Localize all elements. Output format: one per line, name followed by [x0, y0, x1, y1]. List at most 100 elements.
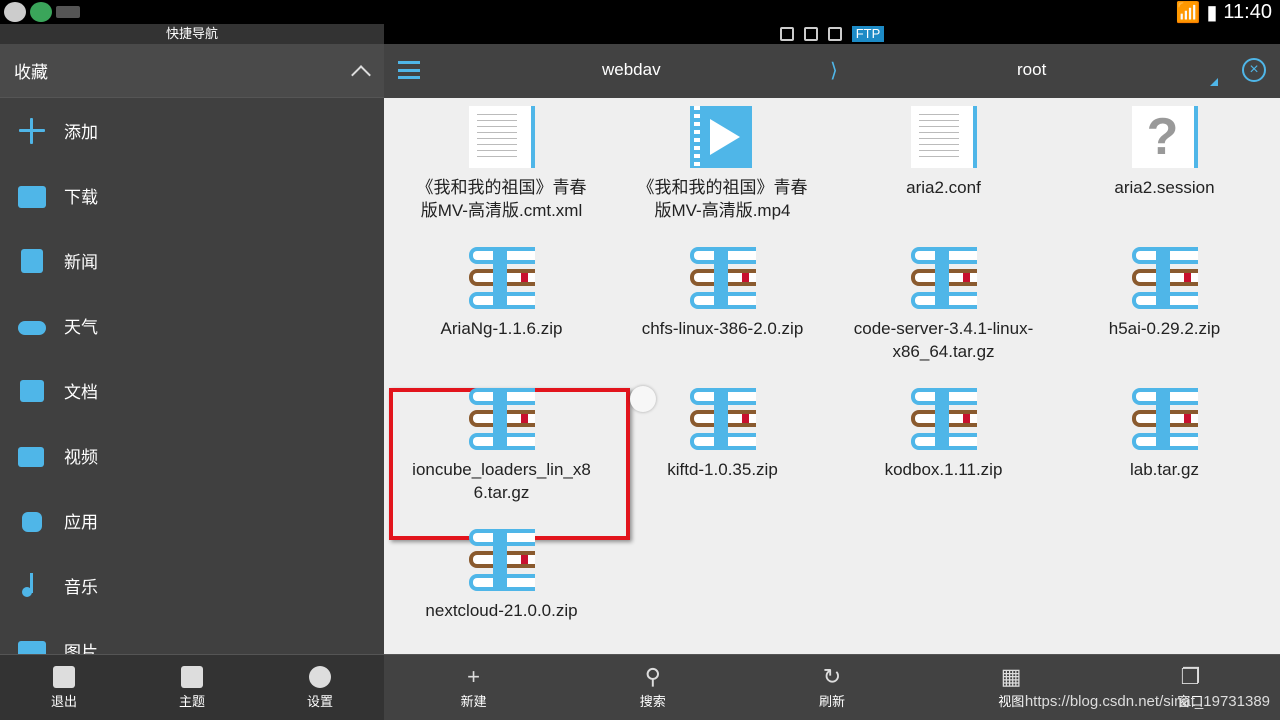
file-item[interactable]: kodbox.1.11.zip — [833, 384, 1054, 481]
video-icon — [18, 443, 46, 469]
file-item[interactable]: code-server-3.4.1-linux-x86_64.tar.gz — [833, 243, 1054, 363]
file-name: aria2.session — [1114, 178, 1215, 197]
weather-icon — [18, 313, 46, 339]
search-button[interactable]: ⚲ 搜索 — [563, 655, 742, 720]
exit-icon — [53, 665, 75, 688]
android-icon — [18, 508, 46, 534]
nav-item-add[interactable]: 添加 — [0, 98, 384, 163]
new-button[interactable]: + 新建 — [384, 655, 563, 720]
nav-item-video[interactable]: 视频 — [0, 423, 384, 488]
nav-item-apps[interactable]: 应用 — [0, 488, 384, 553]
clock: 11:40 — [1223, 0, 1272, 23]
theme-button[interactable]: 主题 — [128, 655, 256, 720]
plus-icon — [18, 117, 46, 144]
file-item[interactable]: nextcloud-21.0.0.zip — [391, 525, 612, 622]
dropdown-corner-icon[interactable] — [1210, 78, 1218, 86]
document-file-icon — [910, 106, 973, 168]
nav-item-label: 音乐 — [64, 578, 98, 597]
nav-item-label: 添加 — [64, 123, 98, 142]
nav-item-pictures[interactable]: 图片 — [0, 618, 384, 654]
window-strip: FTP — [384, 24, 1280, 44]
file-name: nextcloud-21.0.0.zip — [425, 601, 578, 620]
nav-item-documents[interactable]: 文档 — [0, 358, 384, 423]
file-name: kodbox.1.11.zip — [884, 460, 1003, 479]
archive-file-icon — [1131, 247, 1198, 309]
nav-item-label: 视频 — [64, 448, 98, 467]
exit-label: 退出 — [50, 693, 77, 709]
gear-icon — [309, 665, 331, 688]
plus-icon: + — [467, 663, 481, 689]
file-name: 《我和我的祖国》青春 版MV-高清版.cmt.xml — [416, 178, 587, 220]
settings-label: 设置 — [306, 693, 333, 709]
file-item[interactable]: 《我和我的祖国》青春 版MV-高清版.cmt.xml — [391, 102, 612, 222]
home-icon[interactable] — [779, 27, 794, 41]
wifi-icon: 📶 — [1175, 1, 1201, 24]
nav-item-label: 下载 — [64, 188, 98, 207]
bottom-toolbar: + 新建 ⚲ 搜索 ↻ 刷新 ▦ 视图 ❐ 窗口 https://blog.cs… — [384, 654, 1280, 720]
breadcrumb-webdav[interactable]: webdav — [602, 60, 661, 80]
keyboard-icon — [56, 6, 80, 18]
windows-button[interactable]: ❐ 窗口 — [1101, 655, 1280, 720]
quick-nav-panel: 快捷导航 收藏 添加 下载 新闻 天气 文档 视频 应用 音乐 图片 退出 主题… — [0, 24, 384, 720]
refresh-button[interactable]: ↻ 刷新 — [742, 655, 921, 720]
nav-item-label: 新闻 — [64, 253, 98, 272]
menu-icon[interactable] — [398, 61, 420, 79]
file-name: aria2.conf — [906, 178, 981, 197]
theme-label: 主题 — [178, 693, 205, 709]
new-label: 新建 — [460, 693, 487, 709]
archive-file-icon — [468, 529, 535, 591]
watermark: https://blog.csdn.net/sinat_19731389 — [1024, 693, 1270, 710]
unknown-file-icon: ? — [1131, 106, 1194, 168]
nav-item-music[interactable]: 音乐 — [0, 553, 384, 618]
download-folder-icon — [18, 183, 46, 209]
favorites-label: 收藏 — [14, 63, 48, 82]
video-file-icon — [689, 106, 752, 168]
panel-title: 快捷导航 — [0, 24, 384, 44]
nav-list: 添加 下载 新闻 天气 文档 视频 应用 音乐 图片 — [0, 98, 384, 654]
music-icon — [18, 572, 46, 599]
file-name: kiftd-1.0.35.zip — [667, 460, 778, 479]
file-item[interactable]: ? aria2.session — [1054, 102, 1275, 199]
file-item[interactable]: aria2.conf — [833, 102, 1054, 199]
nav-item-label: 天气 — [64, 318, 98, 337]
close-icon[interactable]: × — [1242, 58, 1266, 82]
file-name: code-server-3.4.1-linux-x86_64.tar.gz — [853, 319, 1034, 361]
file-item[interactable]: h5ai-0.29.2.zip — [1054, 243, 1275, 340]
file-grid: 《我和我的祖国》青春 版MV-高清版.cmt.xml 《我和我的祖国》青春 版MV-… — [384, 98, 1280, 654]
refresh-icon: ↻ — [822, 663, 842, 689]
file-name: AriaNg-1.1.6.zip — [440, 319, 563, 338]
archive-file-icon — [468, 247, 535, 309]
breadcrumb-root[interactable]: root — [1017, 60, 1046, 80]
nav-item-label: 文档 — [64, 383, 98, 402]
windows-icon: ❐ — [1180, 663, 1201, 689]
nav-item-label: 图片 — [64, 643, 98, 654]
view-label: 视图 — [998, 693, 1025, 709]
exit-button[interactable]: 退出 — [0, 655, 128, 720]
nav-item-news[interactable]: 新闻 — [0, 228, 384, 293]
nav-item-download[interactable]: 下载 — [0, 163, 384, 228]
ftp-tab[interactable]: FTP — [851, 26, 885, 42]
nav-item-weather[interactable]: 天气 — [0, 293, 384, 358]
chevron-up-icon[interactable] — [351, 64, 371, 85]
archive-file-icon — [468, 388, 535, 450]
file-item[interactable]: 《我和我的祖国》青春 版MV-高清版.mp4 — [612, 102, 833, 222]
archive-file-icon — [1131, 388, 1198, 450]
file-item[interactable]: AriaNg-1.1.6.zip — [391, 243, 612, 340]
view-button[interactable]: ▦ 视图 — [922, 655, 1101, 720]
file-item[interactable]: kiftd-1.0.35.zip — [612, 384, 833, 481]
favorites-header[interactable]: 收藏 — [0, 44, 384, 98]
file-item[interactable]: lab.tar.gz — [1054, 384, 1275, 481]
document-icon — [18, 378, 46, 404]
file-name: chfs-linux-386-2.0.zip — [641, 319, 804, 338]
file-item[interactable]: chfs-linux-386-2.0.zip — [612, 243, 833, 340]
notification-icon — [4, 2, 26, 22]
phone-icon[interactable] — [803, 27, 818, 41]
archive-file-icon — [910, 247, 977, 309]
shirt-icon — [181, 665, 203, 688]
battery-icon: ▮ — [1206, 1, 1218, 24]
archive-file-icon — [689, 247, 756, 309]
devices-icon[interactable] — [827, 27, 842, 41]
search-icon: ⚲ — [644, 663, 661, 689]
settings-button[interactable]: 设置 — [256, 655, 384, 720]
file-item-selected[interactable]: ioncube_loaders_lin_x8 6.tar.gz — [391, 384, 612, 504]
